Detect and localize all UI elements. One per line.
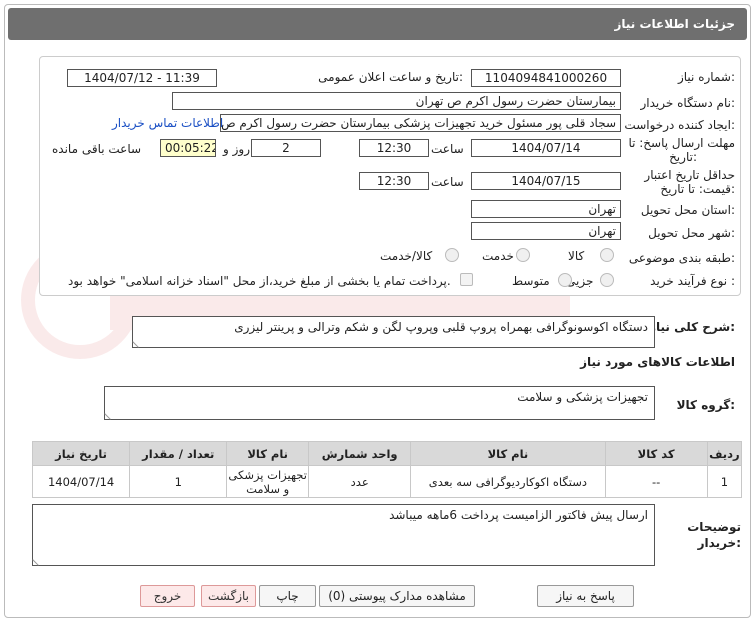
city-label: شهر محل تحویل: [648,226,735,240]
cell-row: 1 [706,465,743,498]
deadline-date-field: 1404/07/14 [471,139,621,157]
col-item-name: نام کالا [226,441,310,466]
validity-time-label: ساعت [431,175,464,189]
resize-grip-icon[interactable] [104,408,116,420]
col-quantity: تعداد / مقدار [129,441,228,466]
validity-date-field: 1404/07/15 [471,172,621,190]
process-minor-radio[interactable] [600,273,614,287]
category-service-label: خدمت [482,249,514,263]
province-field: تهران [471,200,621,218]
general-desc-label: شرح کلی نیاز: [649,320,735,334]
time-remaining-field: 00:05:22 [160,139,216,157]
deadline-label-date: تاریخ: [669,150,697,164]
table-row: 1 -- دستگاه اکوکاردیوگرافی سه بعدی عدد ت… [31,465,743,498]
creator-field: سجاد قلی پور مسئول خرید تجهیزات پزشکی بی… [220,114,621,132]
process-medium-radio[interactable] [558,273,572,287]
deadline-time-label: ساعت [431,142,464,156]
need-number-field: 1104094841000260 [471,69,621,87]
validity-label-date: قیمت: تا تاریخ: [660,182,735,196]
deadline-time-field: 12:30 [359,139,429,157]
general-desc-text: دستگاه اکوسونوگرافی بهمراه پروپ قلبی وپر… [234,320,648,334]
time-remaining-label: ساعت باقی مانده [52,142,142,156]
col-unit: واحد شمارش [308,441,412,466]
goods-table: ردیف کد کالا نام کالا واحد شمارش نام کال… [31,441,743,498]
exit-button[interactable]: خروج [140,585,195,607]
days-remaining-field: 2 [251,139,321,157]
goods-group-field: تجهیزات پزشکی و سلامت [104,386,655,420]
creator-label: ایجاد کننده درخواست: [624,118,735,132]
announce-date-field: 1404/07/12 - 11:39 [67,69,217,87]
province-label: استان محل تحویل: [640,203,735,217]
cell-quantity: 1 [129,465,228,498]
category-goods-radio[interactable] [600,248,614,262]
validity-label: حداقل تاریخ اعتبار [644,168,735,182]
buyer-notes-field: ارسال پیش فاکتور الزامیست پرداخت 6ماهه م… [32,504,655,566]
table-header-row: ردیف کد کالا نام کالا واحد شمارش نام کال… [31,441,743,466]
resize-grip-icon[interactable] [132,336,144,348]
buyer-notes-text: ارسال پیش فاکتور الزامیست پرداخت 6ماهه م… [389,508,648,522]
col-code: کد کالا [604,441,708,466]
goods-group-text: تجهیزات پزشکی و سلامت [517,390,648,404]
category-goods-service-label: کالا/خدمت [380,249,433,263]
buyer-notes-label-2: خریدار: [697,536,741,550]
validity-time-field: 12:30 [359,172,429,190]
buyer-org-label: نام دستگاه خریدار: [640,96,736,110]
need-number-label: شماره نیاز: [677,70,735,84]
cell-item-group: تجهیزات پزشکی و سلامت [226,465,310,498]
city-field: تهران [471,222,621,240]
col-row: ردیف [706,441,743,466]
days-label: روز و [223,142,250,156]
category-goods-label: کالا [568,249,585,263]
page-header: جزئیات اطلاعات نیاز [8,8,747,40]
buyer-notes-label: توضیحات [687,520,741,534]
cell-name: دستگاه اکوکاردیوگرافی سه بعدی [410,465,606,498]
announce-date-label: تاریخ و ساعت اعلان عمومی: [318,70,463,84]
general-desc-field: دستگاه اکوسونوگرافی بهمراه پروپ قلبی وپر… [132,316,655,348]
resize-grip-icon[interactable] [32,554,44,566]
reply-button[interactable]: پاسخ به نیاز [537,585,634,607]
category-service-radio[interactable] [516,248,530,262]
process-label: نوع فرآیند خرید : [650,274,735,288]
category-label: طبقه بندی موضوعی: [628,251,735,265]
page-title: جزئیات اطلاعات نیاز [614,17,735,31]
process-medium-label: متوسط [512,274,550,288]
view-attachments-button[interactable]: مشاهده مدارک پیوستی (0) [319,585,475,607]
buyer-org-field: بیمارستان حضرت رسول اکرم ص تهران [172,92,621,110]
cell-need-date: 1404/07/14 [31,465,131,498]
deadline-label: مهلت ارسال پاسخ: تا [628,136,735,150]
category-goods-service-radio[interactable] [445,248,459,262]
print-button[interactable]: چاپ [259,585,316,607]
cell-unit: عدد [308,465,412,498]
buyer-contact-link[interactable]: اطلاعات تماس خریدار [112,116,223,130]
cell-code: -- [604,465,708,498]
col-need-date: تاریخ نیاز [31,441,131,466]
goods-group-label: گروه کالا: [676,398,735,412]
back-button[interactable]: بازگشت [201,585,256,607]
goods-info-title: اطلاعات کالاهای مورد نیاز [580,355,735,369]
treasury-payment-checkbox[interactable] [460,273,473,286]
payment-note: پرداخت تمام یا بخشی از مبلغ خرید،از محل … [68,274,451,288]
col-name: نام کالا [410,441,606,466]
